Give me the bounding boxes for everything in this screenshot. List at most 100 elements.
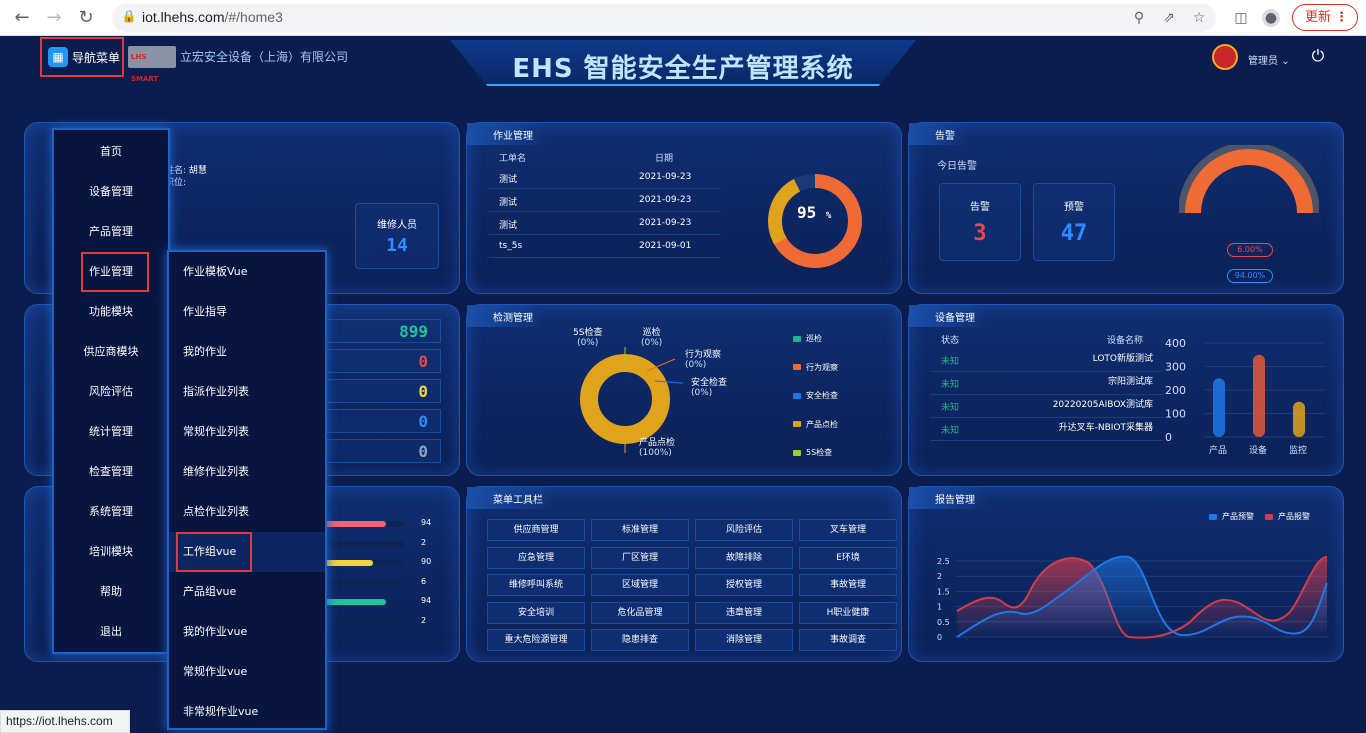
table-row[interactable]: 测试 2021-09-23: [489, 167, 721, 189]
toolbar-button[interactable]: 消除管理: [695, 629, 793, 651]
power-icon[interactable]: ⏻: [1308, 46, 1328, 66]
reload-icon[interactable]: ↻: [74, 6, 98, 30]
device-row[interactable]: 未知 20220205AIBOX测试库: [931, 395, 1163, 418]
device-row[interactable]: 未知 宗阳测试库: [931, 372, 1163, 395]
avatar[interactable]: [1212, 44, 1238, 70]
update-label: 更新: [1305, 10, 1332, 25]
forward-icon[interactable]: →: [42, 6, 66, 30]
warning-label: 预警: [1064, 202, 1084, 213]
y-tick-label: 1.5: [937, 587, 950, 596]
nav-item[interactable]: 作业管理: [54, 252, 168, 292]
stat-value: 0: [418, 382, 428, 401]
table-row[interactable]: ts_5s 2021-09-01: [489, 236, 721, 258]
subnav-item[interactable]: 维修作业列表: [169, 452, 325, 492]
toolbar-button[interactable]: 区域管理: [591, 574, 689, 596]
toolbar-button[interactable]: 风险评估: [695, 519, 793, 541]
toolbar-button[interactable]: 厂区管理: [591, 546, 689, 569]
user-menu[interactable]: 管理员 ⌄: [1248, 52, 1290, 67]
alarm-gauge: [1179, 145, 1319, 214]
report-panel: 报告管理 产品预警 产品报警 0 0.5 1 1.5 2 2.5: [908, 486, 1344, 662]
gauge-value: 95: [797, 203, 817, 222]
subnav-item[interactable]: 点检作业列表: [169, 492, 325, 532]
alarm-title: 告警: [909, 123, 969, 145]
nav-item[interactable]: 供应商模块: [54, 332, 168, 372]
nav-item-label: 功能模块: [89, 305, 133, 318]
user-label: 管理员: [1248, 56, 1278, 67]
subnav-item[interactable]: 常规作业列表: [169, 412, 325, 452]
device-row[interactable]: 未知 升达叉车-NBIOT采集器: [931, 418, 1163, 441]
toolbar-button[interactable]: 应急管理: [487, 546, 585, 569]
toolbar-title: 菜单工具栏: [467, 487, 557, 509]
address-bar[interactable]: 🔒 iot.lhehs.com/#/home3 ⚲ ⇗ ☆: [112, 4, 1216, 32]
device-row[interactable]: 未知 LOTO新版测试: [931, 349, 1163, 372]
table-row[interactable]: 测试 2021-09-23: [489, 190, 721, 212]
toolbar-button[interactable]: 叉车管理: [799, 519, 897, 541]
bar: [1293, 401, 1305, 437]
toolbar-button[interactable]: 隐患排查: [591, 629, 689, 651]
toolbar-button[interactable]: 供应商管理: [487, 519, 585, 541]
row-date: 2021-09-01: [639, 241, 692, 251]
toolbar-button[interactable]: H职业健康: [799, 601, 897, 624]
legend-item: 安全检查: [793, 390, 838, 401]
subnav-item[interactable]: 我的作业: [169, 332, 325, 372]
nav-item-label: 检查管理: [89, 465, 133, 478]
profile-icon[interactable]: ●: [1262, 9, 1280, 27]
toolbar-button[interactable]: 违章管理: [695, 601, 793, 624]
name-value: 胡慧: [188, 166, 207, 176]
subnav-item-label: 作业指导: [183, 305, 227, 318]
subnav-item[interactable]: 常规作业vue: [169, 652, 325, 692]
nav-item[interactable]: 首页: [54, 132, 168, 172]
nav-item[interactable]: 统计管理: [54, 412, 168, 452]
subnav-item[interactable]: 指派作业列表: [169, 372, 325, 412]
toolbar-button[interactable]: 维修呼叫系统: [487, 574, 585, 596]
toolbar-button[interactable]: 安全培训: [487, 601, 585, 624]
nav-menu-button[interactable]: ▦ 导航菜单: [40, 37, 124, 77]
y-tick-label: 300: [1165, 361, 1186, 374]
nav-item[interactable]: 系统管理: [54, 492, 168, 532]
selected-highlight: [81, 252, 149, 292]
dashboard: ▦ 导航菜单 LHS SMART 立宏安全设备（上海）有限公司 EHS 智能安全…: [0, 36, 1366, 733]
toolbar-button[interactable]: 标准管理: [591, 519, 689, 541]
nav-item[interactable]: 功能模块: [54, 292, 168, 332]
toolbar-button[interactable]: 危化品管理: [591, 601, 689, 624]
share-icon[interactable]: ⇗: [1160, 9, 1178, 27]
warning-pct: 94.00%: [1227, 269, 1273, 283]
nav-item[interactable]: 帮助: [54, 572, 168, 612]
toolbar-button[interactable]: E环境: [799, 546, 897, 569]
x-tick-label: 产品: [1209, 444, 1227, 456]
chevron-down-icon: ⌄: [1281, 56, 1290, 67]
legend-product-alarm: 产品报警: [1265, 511, 1310, 522]
url-host: iot.lhehs.com: [142, 9, 225, 25]
legend-swatch: [1265, 513, 1273, 520]
nav-item[interactable]: 设备管理: [54, 172, 168, 212]
toolbar-button[interactable]: 事故调查: [799, 629, 897, 651]
nav-item[interactable]: 风险评估: [54, 372, 168, 412]
subnav-item[interactable]: 我的作业vue: [169, 612, 325, 652]
subnav-item[interactable]: 非常规作业vue: [169, 692, 325, 732]
nav-item[interactable]: 检查管理: [54, 452, 168, 492]
table-row[interactable]: 测试 2021-09-23: [489, 213, 721, 235]
zoom-icon[interactable]: ⚲: [1130, 9, 1148, 27]
subnav-item[interactable]: 产品组vue: [169, 572, 325, 612]
nav-item[interactable]: 培训模块: [54, 532, 168, 572]
back-icon[interactable]: ←: [10, 6, 34, 30]
row-date: 2021-09-23: [639, 195, 692, 205]
legend-item: 行为观察: [793, 362, 838, 373]
selected-highlight: [176, 532, 252, 572]
col-order-name: 工单名: [499, 154, 527, 164]
more-icon[interactable]: ⋮: [1335, 5, 1348, 30]
subnav-item[interactable]: 作业指导: [169, 292, 325, 332]
legend-swatch: [793, 421, 801, 427]
bookmark-star-icon[interactable]: ☆: [1190, 9, 1208, 27]
subnav-item-label: 产品组vue: [183, 585, 237, 598]
side-panel-icon[interactable]: ◫: [1232, 9, 1250, 27]
subnav-item[interactable]: 工作组vue: [169, 532, 325, 572]
toolbar-button[interactable]: 故障排除: [695, 546, 793, 569]
toolbar-button[interactable]: 授权管理: [695, 574, 793, 596]
nav-item[interactable]: 退出: [54, 612, 168, 652]
toolbar-button[interactable]: 重大危险源管理: [487, 629, 585, 651]
subnav-item[interactable]: 作业模板Vue: [169, 252, 325, 292]
toolbar-button[interactable]: 事故管理: [799, 574, 897, 596]
update-button[interactable]: 更新 ⋮: [1292, 4, 1358, 31]
nav-item[interactable]: 产品管理: [54, 212, 168, 252]
